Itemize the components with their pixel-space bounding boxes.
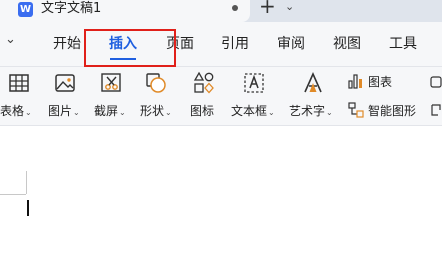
- wordart-tool-button[interactable]: 艺术字⌄: [289, 67, 341, 125]
- picture-tool-label: 图片: [48, 104, 73, 118]
- icons-tool-label: 图标: [190, 104, 215, 118]
- menu-item-references[interactable]: 引用: [221, 33, 249, 53]
- chevron-down-icon: ⌄: [165, 108, 172, 117]
- smartart-tool-button[interactable]: 智能图形: [348, 100, 428, 120]
- screenshot-tool-button[interactable]: 截屏⌄: [92, 67, 132, 125]
- menu-item-tools[interactable]: 工具: [389, 33, 417, 53]
- picture-icon: [55, 74, 75, 92]
- menu-item-review[interactable]: 审阅: [277, 33, 305, 53]
- menu-collapse-icon[interactable]: ⌄: [5, 32, 16, 47]
- screenshot-icon: [101, 73, 121, 92]
- screenshot-tool-label: 截屏: [94, 104, 119, 118]
- wordart-icon: [304, 72, 322, 93]
- document-canvas[interactable]: [0, 126, 442, 256]
- chevron-down-icon: ⌄: [25, 108, 32, 117]
- highlight-box: [84, 29, 176, 67]
- shapes-icon: [146, 73, 166, 93]
- ribbon-menu-bar: ⌄ 开始 插入 页面 引用 审阅 视图 工具: [0, 22, 442, 67]
- textbox-icon: [244, 73, 264, 93]
- chart-tool-label: 图表: [368, 75, 393, 89]
- shapes-tool-label: 形状: [140, 104, 165, 118]
- title-bar: W 文字文稿1 + ⌄: [0, 0, 442, 22]
- chart-icon: [348, 74, 362, 89]
- unsaved-dot-icon[interactable]: [232, 5, 238, 11]
- shapes-tool-button[interactable]: 形状⌄: [139, 67, 179, 125]
- more-tools-icon[interactable]: [430, 102, 442, 118]
- more-tools-icon[interactable]: [430, 74, 442, 90]
- smartart-tool-label: 智能图形: [368, 104, 417, 118]
- document-tab[interactable]: W 文字文稿1: [0, 0, 250, 22]
- text-cursor: [27, 200, 29, 216]
- icons-icon: [193, 71, 214, 94]
- new-tab-dropdown-icon[interactable]: ⌄: [285, 0, 294, 13]
- menu-item-view[interactable]: 视图: [333, 33, 361, 53]
- textbox-tool-button[interactable]: 文本框⌄: [231, 67, 281, 125]
- document-title: 文字文稿1: [41, 1, 102, 16]
- writer-logo-icon: W: [18, 2, 33, 17]
- menu-item-home[interactable]: 开始: [53, 33, 81, 53]
- wordart-tool-label: 艺术字: [289, 104, 326, 118]
- table-tool-button[interactable]: 表格⌄: [0, 67, 40, 125]
- chevron-down-icon: ⌄: [326, 108, 333, 117]
- table-tool-label: 表格: [0, 104, 25, 118]
- page-margin-marker: [0, 194, 26, 195]
- chevron-down-icon: ⌄: [119, 108, 126, 117]
- icons-tool-button[interactable]: 图标: [190, 67, 220, 125]
- smartart-icon: [348, 102, 364, 118]
- chevron-down-icon: ⌄: [268, 108, 275, 117]
- new-tab-button[interactable]: +: [259, 0, 276, 16]
- picture-tool-button[interactable]: 图片⌄: [46, 67, 86, 125]
- chevron-down-icon: ⌄: [73, 108, 80, 117]
- insert-toolbar: 表格⌄ 图片⌄ 截屏⌄ 形状⌄ 图标 文本框⌄ 艺术字⌄ 图表 智能图形: [0, 67, 442, 126]
- chart-tool-button[interactable]: 图表: [348, 72, 398, 92]
- textbox-tool-label: 文本框: [231, 104, 268, 118]
- table-icon: [9, 74, 29, 92]
- page-margin-marker: [26, 171, 27, 194]
